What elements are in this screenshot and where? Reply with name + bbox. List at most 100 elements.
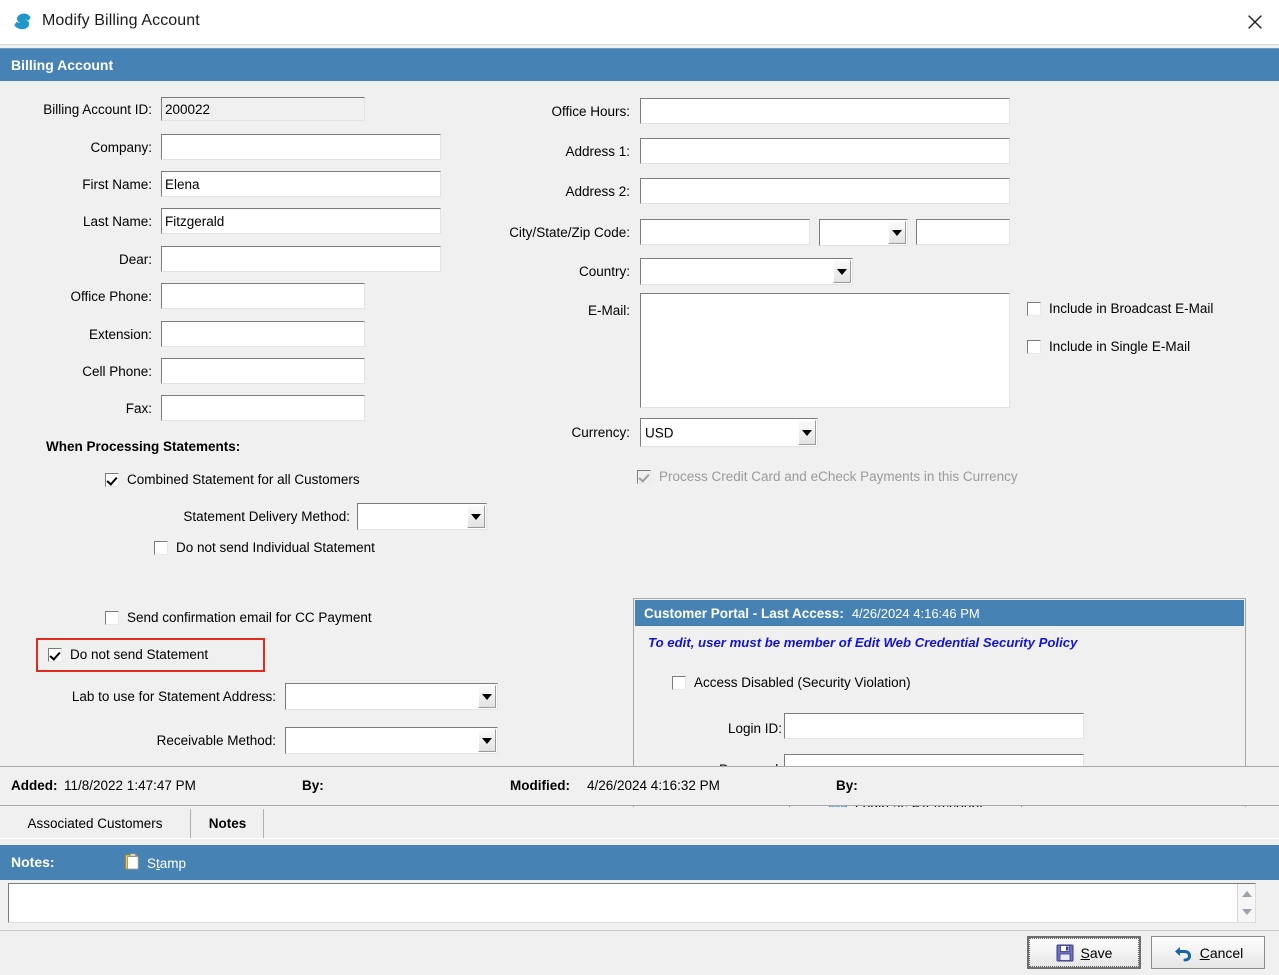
chevron-down-icon[interactable] <box>798 420 816 445</box>
triangle-up-icon[interactable] <box>1238 885 1256 903</box>
chevron-down-icon[interactable] <box>833 260 851 283</box>
tab-strip: Associated Customers Notes <box>0 807 1279 839</box>
receivable-method-select[interactable] <box>285 727 498 754</box>
include-broadcast-email-checkbox[interactable]: Include in Broadcast E-Mail <box>1027 301 1213 316</box>
added-label: Added: <box>11 778 58 793</box>
close-icon[interactable] <box>1231 0 1279 44</box>
checkbox-box <box>637 469 651 484</box>
city-input[interactable] <box>640 219 810 245</box>
label-login-id: Login ID: <box>727 721 782 736</box>
notes-input-container[interactable] <box>8 883 1256 923</box>
modified-by-label: By: <box>836 778 858 793</box>
record-status-bar: Added: 11/8/2022 1:47:47 PM By: Modified… <box>0 766 1279 806</box>
save-label: Save <box>1080 944 1113 961</box>
label-dear: Dear: <box>118 252 152 267</box>
label-first-name: First Name: <box>82 177 152 192</box>
chevron-down-icon[interactable] <box>478 685 496 708</box>
stamp-label: Stamp <box>147 855 187 871</box>
cell-phone-input[interactable] <box>161 358 365 384</box>
do-not-send-individual-statement-checkbox[interactable]: Do not send Individual Statement <box>154 540 375 555</box>
label-statement-delivery-method: Statement Delivery Method: <box>183 509 350 524</box>
do-not-send-statement-label: Do not send Statement <box>70 647 209 662</box>
include-single-email-checkbox[interactable]: Include in Single E-Mail <box>1027 339 1190 354</box>
office-phone-input[interactable] <box>161 283 365 309</box>
label-extension: Extension: <box>88 327 152 342</box>
billing-account-id-input[interactable] <box>161 97 365 121</box>
last-name-input[interactable] <box>161 208 441 234</box>
combined-statement-checkbox[interactable]: Combined Statement for all Customers <box>105 472 360 487</box>
label-address-1: Address 1: <box>565 144 630 159</box>
dear-input[interactable] <box>161 246 441 272</box>
lab-statement-address-select[interactable] <box>285 683 498 710</box>
office-hours-input[interactable] <box>640 98 1010 124</box>
access-disabled-label: Access Disabled (Security Violation) <box>694 675 911 690</box>
label-office-phone: Office Phone: <box>70 289 152 304</box>
added-by-label: By: <box>302 778 324 793</box>
customer-portal-note: To edit, user must be member of Edit Web… <box>648 635 1078 650</box>
address-1-input[interactable] <box>640 138 1010 164</box>
label-last-name: Last Name: <box>82 214 152 229</box>
include-broadcast-email-label: Include in Broadcast E-Mail <box>1049 301 1214 316</box>
label-fax: Fax: <box>125 401 152 416</box>
modified-label: Modified: <box>510 778 570 793</box>
label-country: Country: <box>578 264 630 279</box>
customer-portal-last-access: 4/26/2024 4:16:46 PM <box>851 605 980 621</box>
chevron-down-icon[interactable] <box>478 729 496 752</box>
do-not-send-statement-checkbox[interactable]: Do not send Statement <box>48 647 208 662</box>
checkbox-box <box>105 610 119 625</box>
checkbox-box <box>1027 339 1041 354</box>
label-address-2: Address 2: <box>565 184 630 199</box>
company-input[interactable] <box>161 134 441 160</box>
extension-input[interactable] <box>161 321 365 347</box>
notes-label: Notes: <box>11 854 55 870</box>
fax-input[interactable] <box>161 395 365 421</box>
label-receivable-method: Receivable Method: <box>156 733 276 748</box>
access-disabled-checkbox[interactable]: Access Disabled (Security Violation) <box>672 675 911 690</box>
customer-portal-header: Customer Portal - Last Access: 4/26/2024… <box>635 600 1244 626</box>
checkbox-box <box>105 472 119 487</box>
send-confirmation-email-label: Send confirmation email for CC Payment <box>127 610 372 625</box>
chevron-down-icon[interactable] <box>467 505 485 528</box>
window-title-bar: Modify Billing Account <box>0 0 1279 45</box>
login-id-input[interactable] <box>784 713 1084 739</box>
chevron-down-icon[interactable] <box>888 221 906 244</box>
modify-billing-account-window: Modify Billing Account Billing Account B… <box>0 0 1279 975</box>
modified-value: 4/26/2024 4:16:32 PM <box>587 778 720 793</box>
triangle-down-icon[interactable] <box>1238 903 1256 921</box>
include-single-email-label: Include in Single E-Mail <box>1049 339 1191 354</box>
tab-underline <box>0 838 1279 839</box>
section-header: Billing Account <box>0 48 1279 81</box>
label-office-hours: Office Hours: <box>551 104 630 119</box>
checkbox-box <box>672 675 686 690</box>
checkbox-box <box>154 540 168 555</box>
checkbox-box <box>48 647 62 662</box>
stamp-button[interactable]: Stamp <box>124 852 186 874</box>
statement-delivery-method-select[interactable] <box>357 503 487 530</box>
email-textarea[interactable] <box>640 293 1010 408</box>
combined-statement-label: Combined Statement for all Customers <box>127 472 360 487</box>
first-name-input[interactable] <box>161 171 441 197</box>
tab-notes[interactable]: Notes <box>192 809 264 838</box>
notes-scrollbar[interactable] <box>1237 884 1255 922</box>
state-select[interactable] <box>819 219 908 246</box>
tab-associated-customers-label: Associated Customers <box>27 816 163 831</box>
form-area: Billing Account ID: Company: First Name:… <box>0 81 1279 836</box>
country-select[interactable] <box>640 258 853 285</box>
process-credit-card-checkbox: Process Credit Card and eCheck Payments … <box>637 469 1018 484</box>
clipboard-icon <box>124 852 140 874</box>
save-button[interactable]: Save <box>1027 936 1141 969</box>
cancel-button[interactable]: Cancel <box>1151 936 1265 969</box>
label-cell-phone: Cell Phone: <box>82 364 152 379</box>
tab-associated-customers[interactable]: Associated Customers <box>0 809 191 838</box>
send-confirmation-email-checkbox[interactable]: Send confirmation email for CC Payment <box>105 610 372 625</box>
currency-select[interactable]: USD <box>640 418 818 447</box>
zip-input[interactable] <box>916 219 1010 245</box>
cancel-label: Cancel <box>1199 944 1244 961</box>
label-city-state-zip: City/State/Zip Code: <box>509 225 630 240</box>
swirl-logo-icon <box>12 12 32 32</box>
notes-header: Notes: Stamp <box>0 845 1279 880</box>
tab-notes-label: Notes <box>208 816 247 831</box>
currency-value: USD <box>645 425 674 440</box>
when-processing-statements-heading: When Processing Statements: <box>46 439 241 454</box>
address-2-input[interactable] <box>640 178 1010 204</box>
